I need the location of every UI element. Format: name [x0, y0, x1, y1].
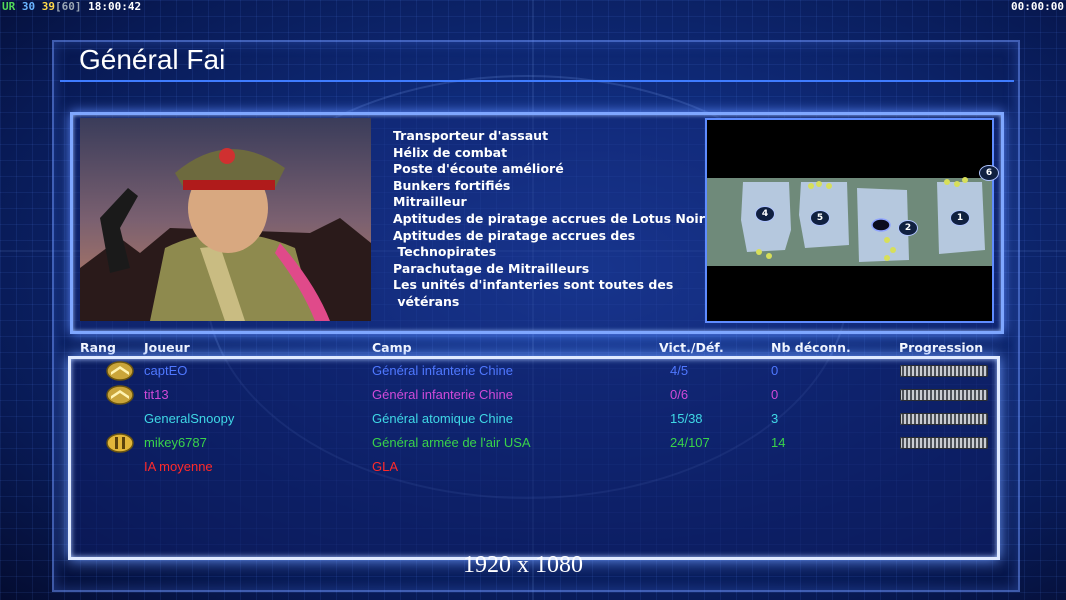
player-faction: GLA [372, 459, 399, 474]
map-start-marker[interactable]: 6 [979, 165, 999, 181]
ability-item: Parachutage de Mitrailleurs [393, 260, 590, 276]
column-header-rank: Rang [80, 340, 116, 355]
player-winloss: 24/107 [670, 435, 710, 450]
player-name: tit13 [144, 387, 169, 402]
ability-item: Les unités d'infanteries sont toutes des [393, 277, 674, 293]
ability-item: Poste d'écoute amélioré [393, 161, 564, 177]
player-name: GeneralSnoopy [144, 411, 235, 426]
player-disconnects: 14 [771, 435, 786, 450]
chevron-rank-icon [106, 385, 134, 405]
general-portrait-image [80, 118, 371, 321]
player-progress-bar [900, 365, 988, 377]
bars-rank-icon [106, 433, 134, 453]
player-progress-bar [900, 389, 988, 401]
column-header-progress: Progression [899, 340, 984, 355]
ability-item: Transporteur d'assaut [393, 128, 549, 143]
hud-ur-label: UR [2, 0, 16, 13]
player-row[interactable]: GeneralSnoopy Général atomique Chine 15/38… [0, 408, 1066, 432]
column-header-winloss: Vict./Déf. [659, 340, 724, 355]
general-portrait [80, 118, 371, 321]
player-winloss: 15/38 [670, 411, 703, 426]
player-winloss: 0/6 [670, 387, 689, 402]
ability-item: vétérans [393, 293, 460, 309]
column-header-disconnects: Nb déconn. [771, 340, 851, 355]
hud-fps-cap: [60] [55, 0, 82, 13]
player-winloss: 4/5 [670, 363, 689, 378]
player-row[interactable]: tit13 Général infanterie Chine 0/6 0 [0, 384, 1066, 408]
player-faction: Général infanterie Chine [372, 363, 513, 378]
player-progress-bar [900, 413, 988, 425]
hud-game-time: 00:00:00 [1011, 0, 1064, 13]
player-name: IA moyenne [144, 459, 213, 474]
player-row[interactable]: mikey6787 Général armée de l'air USA 24/10… [0, 432, 1066, 456]
player-name: captEO [144, 363, 188, 378]
page-title: Général Fai [79, 44, 226, 75]
ability-item: Aptitudes de piratage accrues des [393, 227, 636, 243]
chevron-rank-icon [106, 361, 134, 381]
player-name: mikey6787 [144, 435, 207, 450]
column-header-player: Joueur [144, 340, 190, 355]
map-start-marker[interactable]: 5 [810, 210, 830, 226]
player-progress-bar [900, 437, 988, 449]
ability-item: Bunkers fortifiés [393, 177, 511, 193]
hud-clock: 18:00:42 [88, 0, 142, 13]
hud-stats: UR 30 39[60] 18:00:42 [2, 0, 141, 13]
map-preview[interactable]: 6 4 5 2 1 [705, 118, 999, 323]
hud-fps-secondary: 39 [41, 0, 55, 13]
player-disconnects: 0 [771, 363, 779, 378]
hud-fps: 30 [21, 0, 36, 13]
player-faction: Général infanterie Chine [372, 387, 513, 402]
player-faction: Général armée de l'air USA [372, 435, 531, 450]
column-header-faction: Camp [372, 340, 412, 355]
ability-item: Hélix de combat [393, 144, 508, 160]
player-faction: Général atomique Chine [372, 411, 513, 426]
map-start-marker[interactable]: 4 [755, 206, 775, 222]
ability-list: Transporteur d'assaut Hélix de combat Po… [393, 128, 705, 311]
resolution-label: 1920 x 1080 [463, 552, 583, 578]
player-row[interactable]: captEO Général infanterie Chine 4/5 0 [0, 360, 1066, 384]
map-preview-svg [707, 177, 992, 266]
player-row[interactable]: IA moyenne GLA [0, 456, 1066, 480]
player-disconnects: 3 [771, 411, 779, 426]
map-start-marker[interactable]: 1 [950, 210, 970, 226]
player-disconnects: 0 [771, 387, 779, 402]
map-start-marker[interactable]: 2 [898, 220, 918, 236]
ability-item: Technopirates [393, 244, 497, 260]
ability-item: Mitrailleur [393, 194, 467, 210]
ability-item: Aptitudes de piratage accrues de Lotus N… [393, 210, 705, 226]
